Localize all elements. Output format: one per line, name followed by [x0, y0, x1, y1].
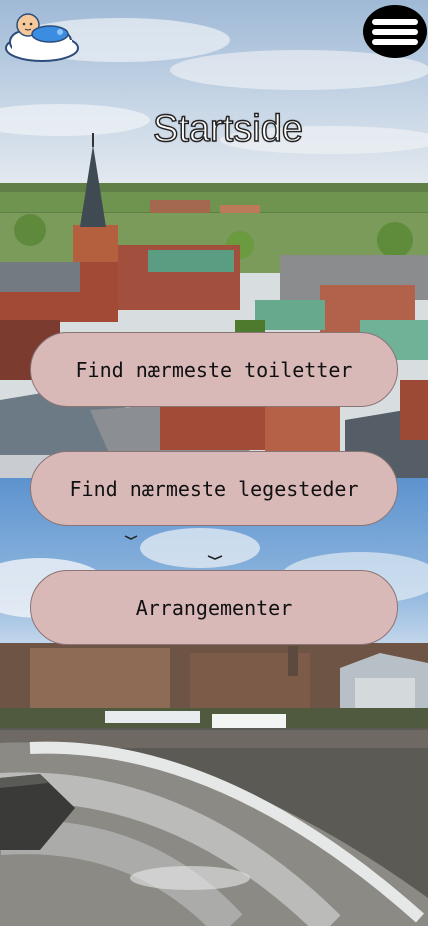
baby-on-cloud-icon — [5, 13, 79, 62]
menu-bar-top — [372, 19, 418, 25]
home-screen: Startside Find nærmeste toiletter Find n… — [0, 0, 428, 926]
find-toilets-button[interactable]: Find nærmeste toiletter — [30, 332, 398, 407]
menu-bar-bottom — [372, 39, 418, 45]
logo[interactable] — [4, 10, 80, 64]
events-button[interactable]: Arrangementer — [30, 570, 398, 645]
page-title: Startside — [152, 107, 303, 150]
find-playgrounds-button[interactable]: Find nærmeste legesteder — [30, 451, 398, 526]
river-weir-photo — [0, 478, 428, 926]
menu-bar-middle — [372, 29, 418, 35]
menu-button[interactable] — [363, 5, 427, 58]
